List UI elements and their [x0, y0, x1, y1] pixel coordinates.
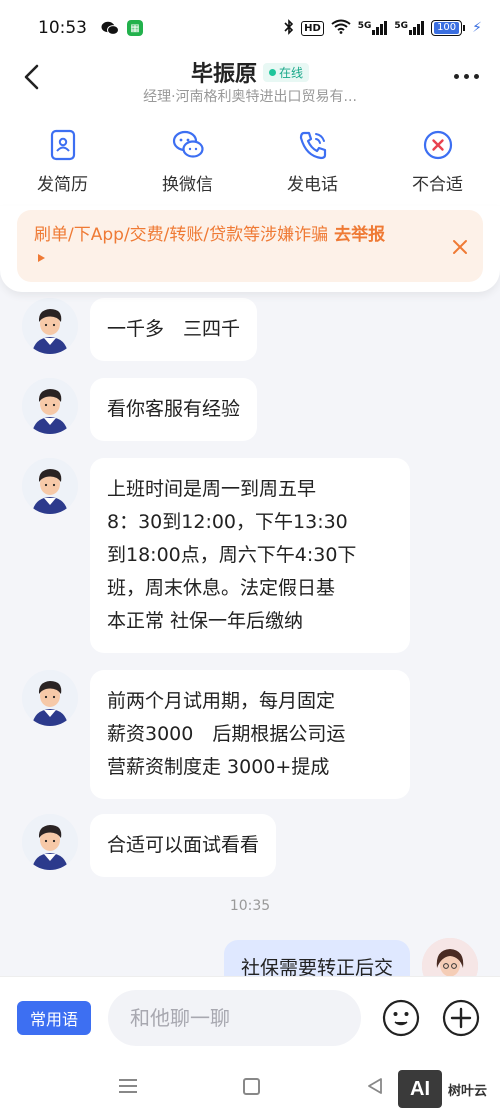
- battery-icon: 100: [431, 20, 466, 36]
- not-suitable-button[interactable]: 不合适: [375, 116, 500, 206]
- watermark: AI 树叶云: [398, 1070, 487, 1108]
- phone-call-label: 发电话: [287, 175, 338, 195]
- message-line: 8：30到12:00，下午13:30: [107, 511, 348, 533]
- message-line: 本正常 社保一年后缴纳: [107, 610, 304, 632]
- chat-header: 毕振原 在线 经理·河南格利奥特进出口贸易有...: [0, 56, 500, 116]
- menu-icon[interactable]: [118, 1078, 138, 1094]
- back-triangle-icon[interactable]: [367, 1078, 383, 1094]
- watermark-logo: AI: [398, 1070, 442, 1108]
- app-notification-icon: ▦: [127, 20, 143, 36]
- message-input-bar: 常用语: [0, 976, 500, 1058]
- my-avatar[interactable]: [422, 938, 478, 976]
- online-status-badge: 在线: [263, 62, 310, 82]
- report-link[interactable]: 去举报: [334, 225, 385, 245]
- contact-subtitle: 经理·河南格利奥特进出口贸易有...: [143, 89, 357, 105]
- hd-icon: HD: [301, 20, 324, 36]
- plus-icon[interactable]: [442, 999, 480, 1037]
- online-dot-icon: [269, 68, 276, 76]
- close-warning-icon[interactable]: [451, 238, 469, 256]
- phone-icon: [299, 131, 326, 160]
- emoji-icon[interactable]: [382, 999, 420, 1037]
- message-bubble-self: 社保需要转正后交: [223, 940, 410, 976]
- signal-icon-1: 5G: [358, 21, 388, 35]
- wechat-icon: [172, 130, 204, 158]
- wifi-icon: [331, 19, 351, 37]
- message-bubble: 前两个月试用期，每月固定 薪资3000 后期根据公司运 营薪资制度走 3000+…: [90, 670, 410, 799]
- phone-call-button[interactable]: 发电话: [250, 116, 375, 206]
- status-time: 10:53: [38, 18, 87, 38]
- not-suitable-label: 不合适: [412, 175, 463, 195]
- message-input[interactable]: [108, 990, 361, 1046]
- message-line: 班，周末休息。法定假日基: [107, 577, 336, 599]
- reject-icon: [423, 130, 452, 160]
- warning-arrow-icon: [38, 254, 45, 262]
- contact-name: 毕振原: [190, 62, 257, 87]
- recruiter-avatar[interactable]: [22, 458, 78, 514]
- recruiter-avatar[interactable]: [22, 814, 78, 870]
- system-nav-bar: AI 树叶云: [0, 1058, 500, 1118]
- send-resume-label: 发简历: [37, 175, 88, 195]
- time-separator: 10:35: [229, 898, 271, 914]
- status-bar: 10:53 ▦ HD 5G 5G 100 ⚡: [0, 0, 500, 56]
- resume-icon: [50, 129, 75, 161]
- message-line: 营薪资制度走 3000+提成: [107, 756, 330, 778]
- wechat-notification-icon: [101, 20, 119, 36]
- chat-message-list[interactable]: 一千多 三四千 看你客服有经验 上班时间是周一到周五早 8：30到12:00，下…: [0, 292, 500, 976]
- signal-icon-2: 5G: [394, 21, 425, 35]
- fraud-warning-banner: 刷单/下App/交费/转账/贷款等涉嫌诈骗 去举报: [17, 210, 483, 282]
- message-line: 前两个月试用期，每月固定: [107, 690, 336, 712]
- recruiter-avatar[interactable]: [22, 298, 78, 354]
- action-bar: 发简历 换微信 发电话 不合适: [0, 116, 500, 206]
- watermark-text: 树叶云: [448, 1083, 488, 1099]
- message-bubble: 上班时间是周一到周五早 8：30到12:00，下午13:30 到18:00点，周…: [90, 458, 410, 653]
- message-line: 薪资3000 后期根据公司运: [107, 723, 346, 745]
- recruiter-avatar[interactable]: [22, 670, 78, 726]
- message-bubble: 合适可以面试看看: [90, 814, 277, 877]
- quick-phrases-button[interactable]: 常用语: [17, 1001, 91, 1035]
- exchange-wechat-label: 换微信: [162, 175, 213, 195]
- message-bubble: 看你客服有经验: [90, 378, 258, 441]
- exchange-wechat-button[interactable]: 换微信: [125, 116, 250, 206]
- send-resume-button[interactable]: 发简历: [0, 116, 125, 206]
- message-bubble: 一千多 三四千: [90, 298, 258, 361]
- more-options-button[interactable]: [454, 66, 484, 86]
- warning-text: 刷单/下App/交费/转账/贷款等涉嫌诈骗: [34, 225, 329, 245]
- charging-icon: ⚡: [472, 20, 482, 36]
- recruiter-avatar[interactable]: [22, 378, 78, 434]
- message-line: 到18:00点，周六下午4:30下: [107, 544, 357, 566]
- message-line: 上班时间是周一到周五早: [107, 478, 317, 500]
- home-icon[interactable]: [243, 1078, 260, 1095]
- bluetooth-icon: [284, 18, 294, 38]
- warning-area: 刷单/下App/交费/转账/贷款等涉嫌诈骗 去举报: [0, 206, 500, 292]
